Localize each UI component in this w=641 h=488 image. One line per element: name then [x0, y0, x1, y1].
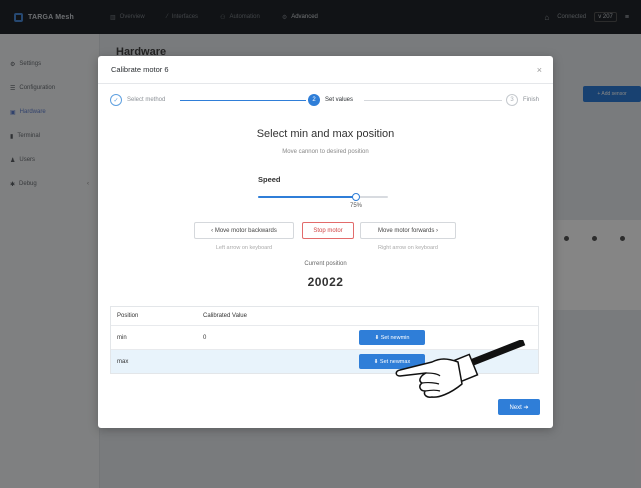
backward-hint: Left arrow on keyboard: [215, 245, 273, 251]
step-connector: [364, 100, 502, 101]
current-position-value: 20022: [307, 275, 344, 289]
step-set-values: 2 Set values: [308, 94, 353, 106]
column-header-calibrated: Calibrated Value: [203, 313, 247, 319]
step-number: 2: [308, 94, 320, 106]
move-backward-button[interactable]: ‹ Move motor backwards: [194, 222, 294, 239]
check-icon: ✓: [110, 94, 122, 106]
column-header-position: Position: [117, 313, 139, 319]
section-subtitle: Move cannon to desired position: [282, 149, 369, 155]
row-position: min: [117, 334, 127, 341]
step-finish: 3 Finish: [506, 94, 539, 106]
close-icon[interactable]: ×: [537, 65, 542, 75]
slider-thumb[interactable]: [351, 193, 360, 201]
step-number: 3: [506, 94, 518, 106]
forward-hint: Right arrow on keyboard: [378, 245, 438, 251]
modal-header: Calibrate motor 6: [98, 56, 553, 84]
row-value: 0: [203, 334, 207, 341]
step-label: Set values: [325, 97, 354, 103]
step-connector: [180, 100, 306, 101]
modal-title: Calibrate motor 6: [111, 65, 169, 74]
table-header: Position Calibrated Value: [111, 307, 538, 325]
speed-slider[interactable]: [258, 193, 388, 201]
stop-motor-button[interactable]: Stop motor: [302, 222, 354, 239]
speed-label: Speed: [258, 175, 281, 184]
current-position-label: Current position: [304, 261, 347, 267]
step-label: Select method: [127, 97, 166, 103]
section-title: Select min and max position: [256, 128, 395, 140]
speed-value: 75%: [350, 203, 363, 209]
step-select-method: ✓ Select method: [110, 94, 165, 106]
pointing-hand-icon: [395, 340, 526, 398]
slider-fill: [258, 196, 356, 198]
wizard-stepper: ✓ Select method 2 Set values 3 Finish: [110, 94, 542, 108]
step-label: Finish: [523, 97, 540, 103]
move-forward-button[interactable]: Move motor forwards ›: [360, 222, 456, 239]
row-position: max: [117, 358, 129, 365]
